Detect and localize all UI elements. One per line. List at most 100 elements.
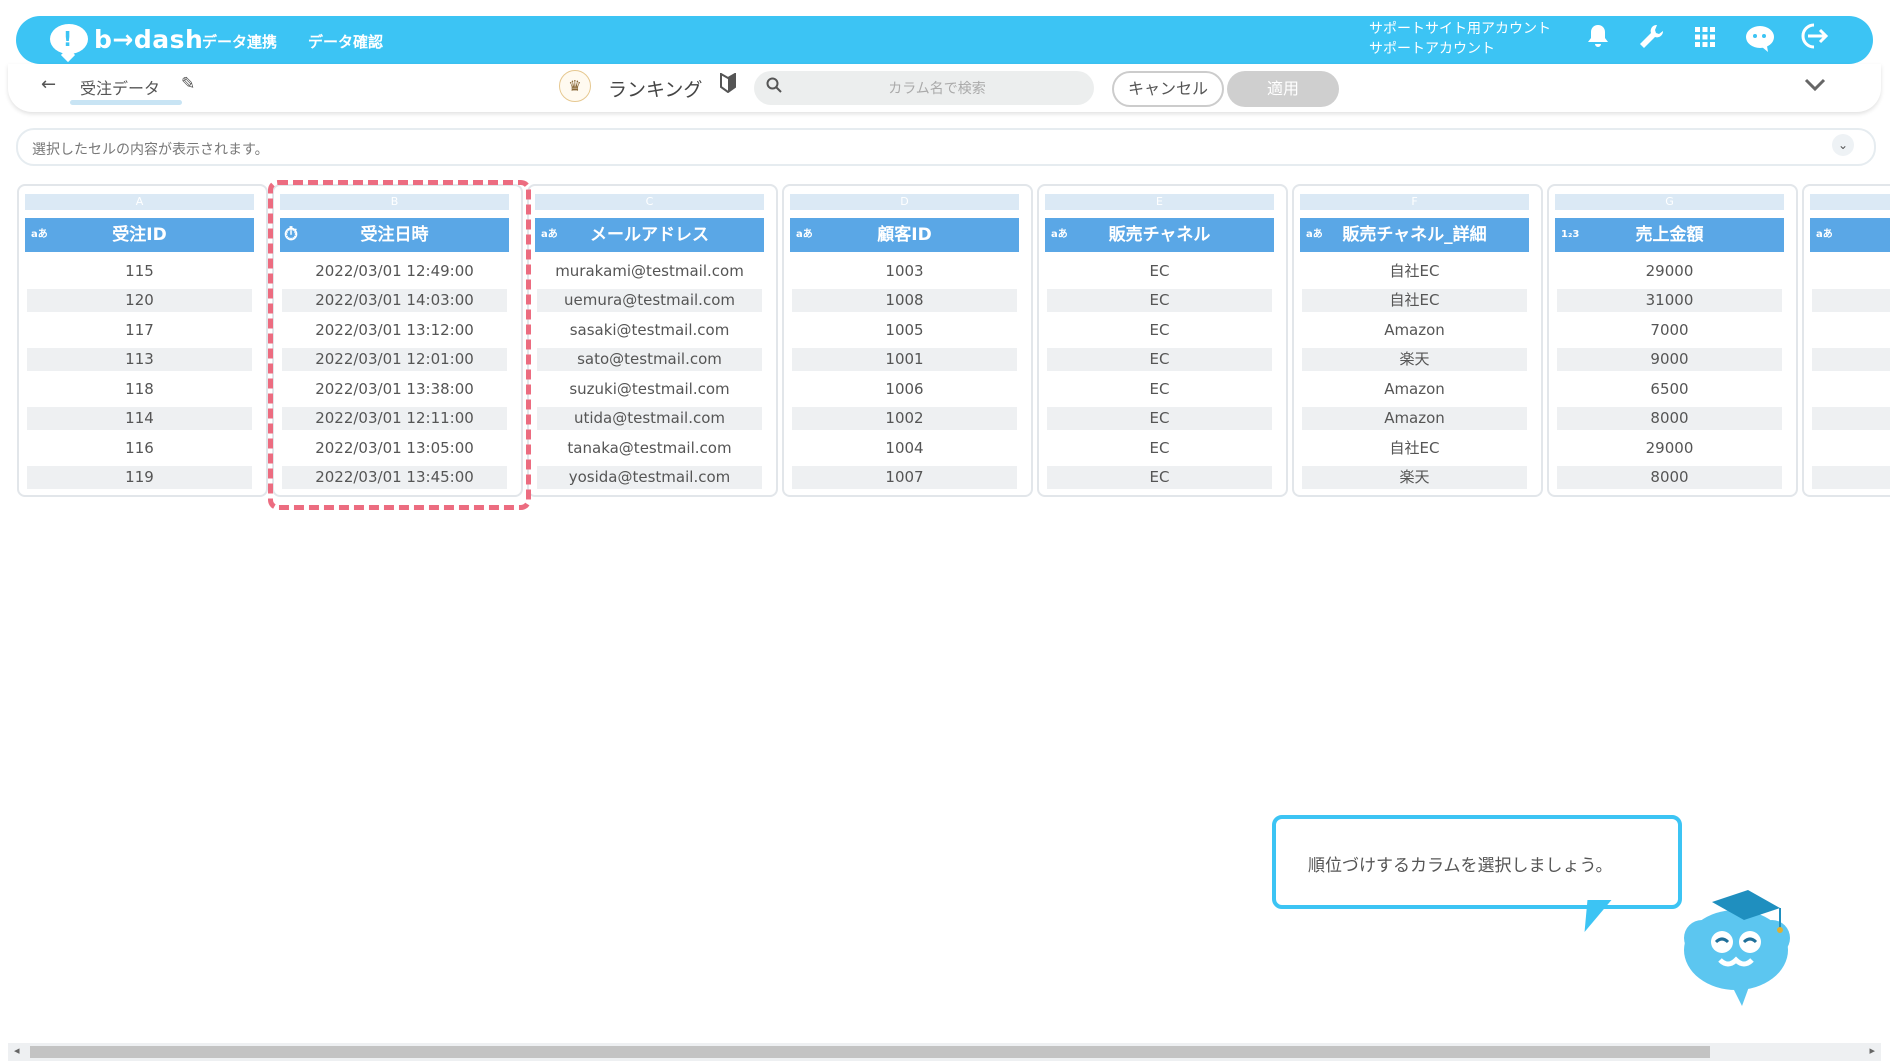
table-cell[interactable]: 1002 — [792, 407, 1017, 430]
search-input[interactable] — [790, 75, 1084, 103]
table-cell[interactable]: EC — [1047, 378, 1272, 401]
column-card-f[interactable]: F aあ 販売チャネル_詳細 自社EC 自社EC Amazon 楽天 Amazon… — [1292, 184, 1543, 497]
data-name-title[interactable]: 受注データ — [80, 75, 160, 99]
table-cell[interactable] — [1812, 437, 1890, 460]
wrench-icon[interactable] — [1634, 23, 1668, 57]
table-cell[interactable]: 9000 — [1557, 348, 1782, 371]
table-cell[interactable]: 8000 — [1557, 407, 1782, 430]
nav-data-check[interactable]: データ確認 — [308, 31, 383, 52]
table-cell[interactable]: 8000 — [1557, 466, 1782, 489]
table-cell[interactable]: 29000 — [1557, 260, 1782, 283]
table-cell[interactable] — [1812, 289, 1890, 312]
table-cell[interactable]: 2022/03/01 13:38:00 — [282, 378, 507, 401]
back-arrow-icon[interactable]: ← — [41, 74, 56, 95]
table-cell[interactable]: sato@testmail.com — [537, 348, 762, 371]
table-cell[interactable]: 29000 — [1557, 437, 1782, 460]
logout-icon[interactable] — [1798, 23, 1832, 57]
column-card-g[interactable]: G 1₂3 売上金額 29000 31000 7000 9000 6500 800… — [1547, 184, 1798, 497]
table-cell[interactable]: 2022/03/01 13:05:00 — [282, 437, 507, 460]
column-card-d[interactable]: D aあ 顧客ID 1003 1008 1005 1001 1006 1002 1… — [782, 184, 1033, 497]
table-cell[interactable]: EC — [1047, 348, 1272, 371]
table-cell[interactable] — [1812, 466, 1890, 489]
chevron-down-icon[interactable] — [1804, 70, 1826, 98]
table-cell[interactable]: 楽天 — [1302, 348, 1527, 371]
table-cell[interactable]: 自社EC — [1302, 289, 1527, 312]
column-header[interactable]: aあ 顧客ID — [790, 218, 1019, 252]
table-cell[interactable]: uemura@testmail.com — [537, 289, 762, 312]
table-cell[interactable]: 1006 — [792, 378, 1017, 401]
column-header[interactable]: aあ 受注ID — [25, 218, 254, 252]
column-card-b[interactable]: B ⏱ 受注日時 2022/03/01 12:49:00 2022/03/01 1… — [272, 184, 523, 497]
column-search[interactable] — [754, 71, 1094, 105]
account-info[interactable]: サポートサイト用アカウント サポートアカウント — [1369, 19, 1551, 59]
bell-icon[interactable] — [1581, 23, 1615, 57]
table-cell[interactable]: 117 — [27, 319, 252, 342]
nav-data-integration[interactable]: データ連携 — [202, 31, 277, 52]
table-cell[interactable]: 1008 — [792, 289, 1017, 312]
table-cell[interactable] — [1812, 319, 1890, 342]
column-card-h-partial[interactable]: aあ — [1802, 184, 1890, 497]
column-header[interactable]: aあ メールアドレス — [535, 218, 764, 252]
table-cell[interactable]: 120 — [27, 289, 252, 312]
horizontal-scrollbar[interactable]: ◂ ▸ — [8, 1043, 1881, 1061]
bdash-logo[interactable]: ! b→dash — [50, 24, 203, 54]
chat-bot-icon[interactable] — [1743, 23, 1777, 57]
table-cell[interactable] — [1812, 378, 1890, 401]
table-cell[interactable]: 1005 — [792, 319, 1017, 342]
table-cell[interactable]: 自社EC — [1302, 437, 1527, 460]
scroll-left-icon[interactable]: ◂ — [14, 1044, 20, 1057]
table-cell[interactable]: 楽天 — [1302, 466, 1527, 489]
table-cell[interactable]: EC — [1047, 466, 1272, 489]
table-cell[interactable]: 1007 — [792, 466, 1017, 489]
apply-button[interactable]: 適用 — [1227, 71, 1339, 107]
table-cell[interactable]: 2022/03/01 13:12:00 — [282, 319, 507, 342]
table-cell[interactable]: utida@testmail.com — [537, 407, 762, 430]
column-header[interactable]: 1₂3 売上金額 — [1555, 218, 1784, 252]
table-cell[interactable]: murakami@testmail.com — [537, 260, 762, 283]
beginner-mark-icon[interactable] — [720, 72, 736, 98]
table-cell[interactable] — [1812, 407, 1890, 430]
column-header[interactable]: aあ 販売チャネル_詳細 — [1300, 218, 1529, 252]
table-cell[interactable]: tanaka@testmail.com — [537, 437, 762, 460]
column-card-c[interactable]: C aあ メールアドレス murakami@testmail.com uemura… — [527, 184, 778, 497]
table-cell[interactable]: 2022/03/01 13:45:00 — [282, 466, 507, 489]
table-cell[interactable]: 1001 — [792, 348, 1017, 371]
table-cell[interactable]: 119 — [27, 466, 252, 489]
table-cell[interactable]: 114 — [27, 407, 252, 430]
table-cell[interactable]: 7000 — [1557, 319, 1782, 342]
table-cell[interactable]: Amazon — [1302, 378, 1527, 401]
table-cell[interactable]: 2022/03/01 12:11:00 — [282, 407, 507, 430]
table-cell[interactable]: Amazon — [1302, 407, 1527, 430]
table-cell[interactable]: 115 — [27, 260, 252, 283]
table-cell[interactable] — [1812, 260, 1890, 283]
table-cell[interactable]: 自社EC — [1302, 260, 1527, 283]
table-cell[interactable]: EC — [1047, 289, 1272, 312]
scrollbar-thumb[interactable] — [30, 1046, 1710, 1058]
table-cell[interactable]: 2022/03/01 14:03:00 — [282, 289, 507, 312]
table-cell[interactable]: 118 — [27, 378, 252, 401]
table-cell[interactable]: suzuki@testmail.com — [537, 378, 762, 401]
table-cell[interactable]: sasaki@testmail.com — [537, 319, 762, 342]
table-cell[interactable]: 2022/03/01 12:01:00 — [282, 348, 507, 371]
scroll-right-icon[interactable]: ▸ — [1869, 1044, 1875, 1057]
table-cell[interactable]: EC — [1047, 437, 1272, 460]
table-cell[interactable]: 1003 — [792, 260, 1017, 283]
grid-icon[interactable] — [1688, 23, 1722, 57]
table-cell[interactable]: EC — [1047, 407, 1272, 430]
table-cell[interactable]: 31000 — [1557, 289, 1782, 312]
cancel-button[interactable]: キャンセル — [1112, 71, 1224, 107]
cell-content-bar[interactable]: 選択したセルの内容が表示されます。 ⌄ — [16, 128, 1876, 166]
column-header[interactable]: aあ — [1810, 218, 1890, 252]
table-cell[interactable]: Amazon — [1302, 319, 1527, 342]
edit-pencil-icon[interactable]: ✎ — [181, 74, 195, 94]
table-cell[interactable]: 2022/03/01 12:49:00 — [282, 260, 507, 283]
table-cell[interactable]: 113 — [27, 348, 252, 371]
table-cell[interactable] — [1812, 348, 1890, 371]
table-cell[interactable]: EC — [1047, 319, 1272, 342]
column-header[interactable]: ⏱ 受注日時 — [280, 218, 509, 252]
column-card-e[interactable]: E aあ 販売チャネル EC EC EC EC EC EC EC EC — [1037, 184, 1288, 497]
table-cell[interactable]: 116 — [27, 437, 252, 460]
table-cell[interactable]: EC — [1047, 260, 1272, 283]
column-header[interactable]: aあ 販売チャネル — [1045, 218, 1274, 252]
column-card-a[interactable]: A aあ 受注ID 115 120 117 113 118 114 116 119 — [17, 184, 268, 497]
